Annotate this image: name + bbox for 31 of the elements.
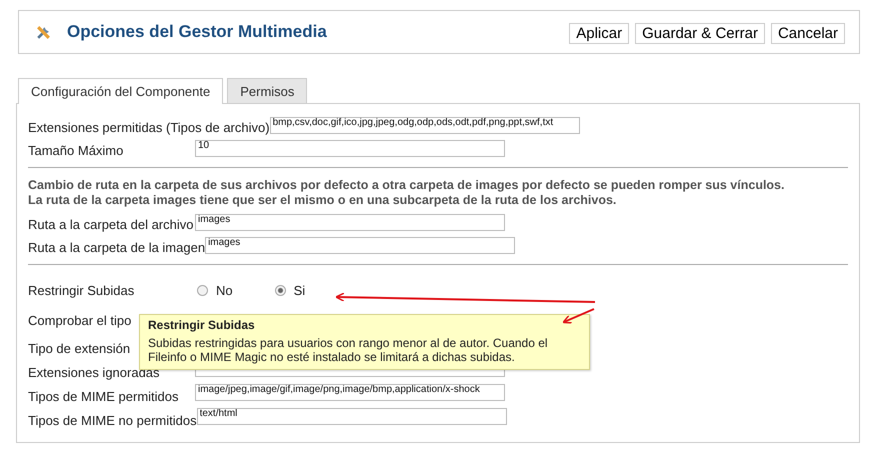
radio-label: Si <box>294 283 306 299</box>
tab[interactable]: Configuración del Componente <box>18 78 224 104</box>
tooltip-text: Subidas restringidas para usuarios con rango menor al de autor. Cuando el Fileinfo o MIME Magic no esté instalado se limitará a dichas subidas. <box>148 336 549 364</box>
field-label: Extensiones permitidas (Tipos de archivo) <box>28 120 270 136</box>
info-note: Cambio de ruta en la carpeta de sus archivos por defecto a otra carpeta de images por defecto se pueden romper sus vínculos. La ruta de la carpeta images tiene que ser el mismo o en una subcarpeta de la ruta de los archivos. <box>28 178 786 208</box>
text-field[interactable]: bmp,csv,doc,gif,ico,jpg,jpeg,odg,odp,ods,odt,pdf,png,ppt,swf,txt <box>270 117 580 134</box>
field-label: Tamaño Máximo <box>28 143 124 159</box>
radio-button[interactable] <box>274 285 286 296</box>
tools-icon <box>35 24 52 40</box>
text-field[interactable]: image/jpeg,image/gif,image/png,image/bmp,application/x-shock <box>195 384 505 401</box>
radio-button[interactable] <box>197 285 208 296</box>
field-label: Ruta a la carpeta del archivo <box>28 217 194 233</box>
annotation-arrow <box>562 308 594 324</box>
toolbar-button[interactable]: Cancelar <box>770 22 845 44</box>
field-label: Tipos de MIME no permitidos <box>28 413 197 429</box>
toolbar-button[interactable]: Guardar & Cerrar <box>635 22 765 44</box>
text-field[interactable]: 10 <box>195 140 505 157</box>
text-field[interactable]: images <box>195 214 505 231</box>
text-field[interactable]: text/html <box>196 408 507 425</box>
field-label: Comprobar el tipo <box>28 313 132 329</box>
page-title: Opciones del Gestor Multimedia <box>67 22 328 42</box>
tooltip-title: Restringir Subidas <box>148 318 256 332</box>
field-label: Extensiones ignoradas <box>28 365 160 381</box>
field-label: Tipos de MIME permitidos <box>28 389 179 405</box>
toolbar-button[interactable]: Aplicar <box>569 22 630 44</box>
text-field[interactable]: images <box>205 237 516 254</box>
field-label: Ruta a la carpeta de la imagen <box>28 240 206 256</box>
field-label: Restringir Subidas <box>28 283 134 299</box>
field-label: Tipo de extensión <box>28 341 130 357</box>
radio-label: No <box>216 283 233 299</box>
tab[interactable]: Permisos <box>227 78 308 103</box>
